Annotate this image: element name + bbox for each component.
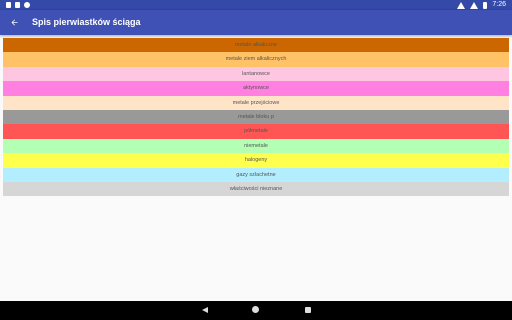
arrow-back-icon	[11, 19, 17, 25]
category-row[interactable]: halogeny	[3, 153, 509, 168]
category-row[interactable]: metale alkaliczne	[3, 38, 509, 53]
status-bar: 7:26	[0, 0, 512, 10]
battery-icon	[483, 1, 488, 9]
status-time: 7:26	[492, 1, 506, 8]
download-icon	[6, 2, 11, 8]
category-row[interactable]: metale bloku p	[3, 109, 509, 125]
wifi-icon	[457, 1, 466, 9]
nav-home-icon[interactable]	[252, 306, 259, 313]
category-row[interactable]: niemetale	[3, 138, 509, 154]
nav-back-icon[interactable]	[202, 307, 208, 313]
system-icons: 7:26	[457, 0, 506, 10]
signal-icon	[470, 1, 479, 9]
sd-card-icon	[15, 2, 20, 8]
category-row[interactable]: właściwości nieznane	[3, 181, 509, 197]
navigation-bar	[0, 301, 512, 320]
category-row[interactable]: metale przejściowe	[3, 95, 509, 110]
category-row[interactable]: półmetale	[3, 124, 509, 139]
notification-icons	[6, 0, 30, 10]
nav-recents-icon[interactable]	[305, 307, 311, 313]
category-row[interactable]: metale ziem alkalicznych	[3, 52, 509, 67]
sync-icon	[24, 2, 30, 8]
page-title: Spis pierwiastków ściąga	[32, 17, 141, 27]
app-bar: Spis pierwiastków ściąga	[0, 10, 512, 35]
back-button[interactable]	[7, 15, 21, 29]
category-row[interactable]: lantanowce	[3, 66, 509, 82]
category-row[interactable]: aktynowce	[3, 81, 509, 96]
category-list: metale alkaliczne metale ziem alkalicznyc…	[3, 38, 509, 197]
category-row[interactable]: gazy szlachetne	[3, 167, 509, 182]
